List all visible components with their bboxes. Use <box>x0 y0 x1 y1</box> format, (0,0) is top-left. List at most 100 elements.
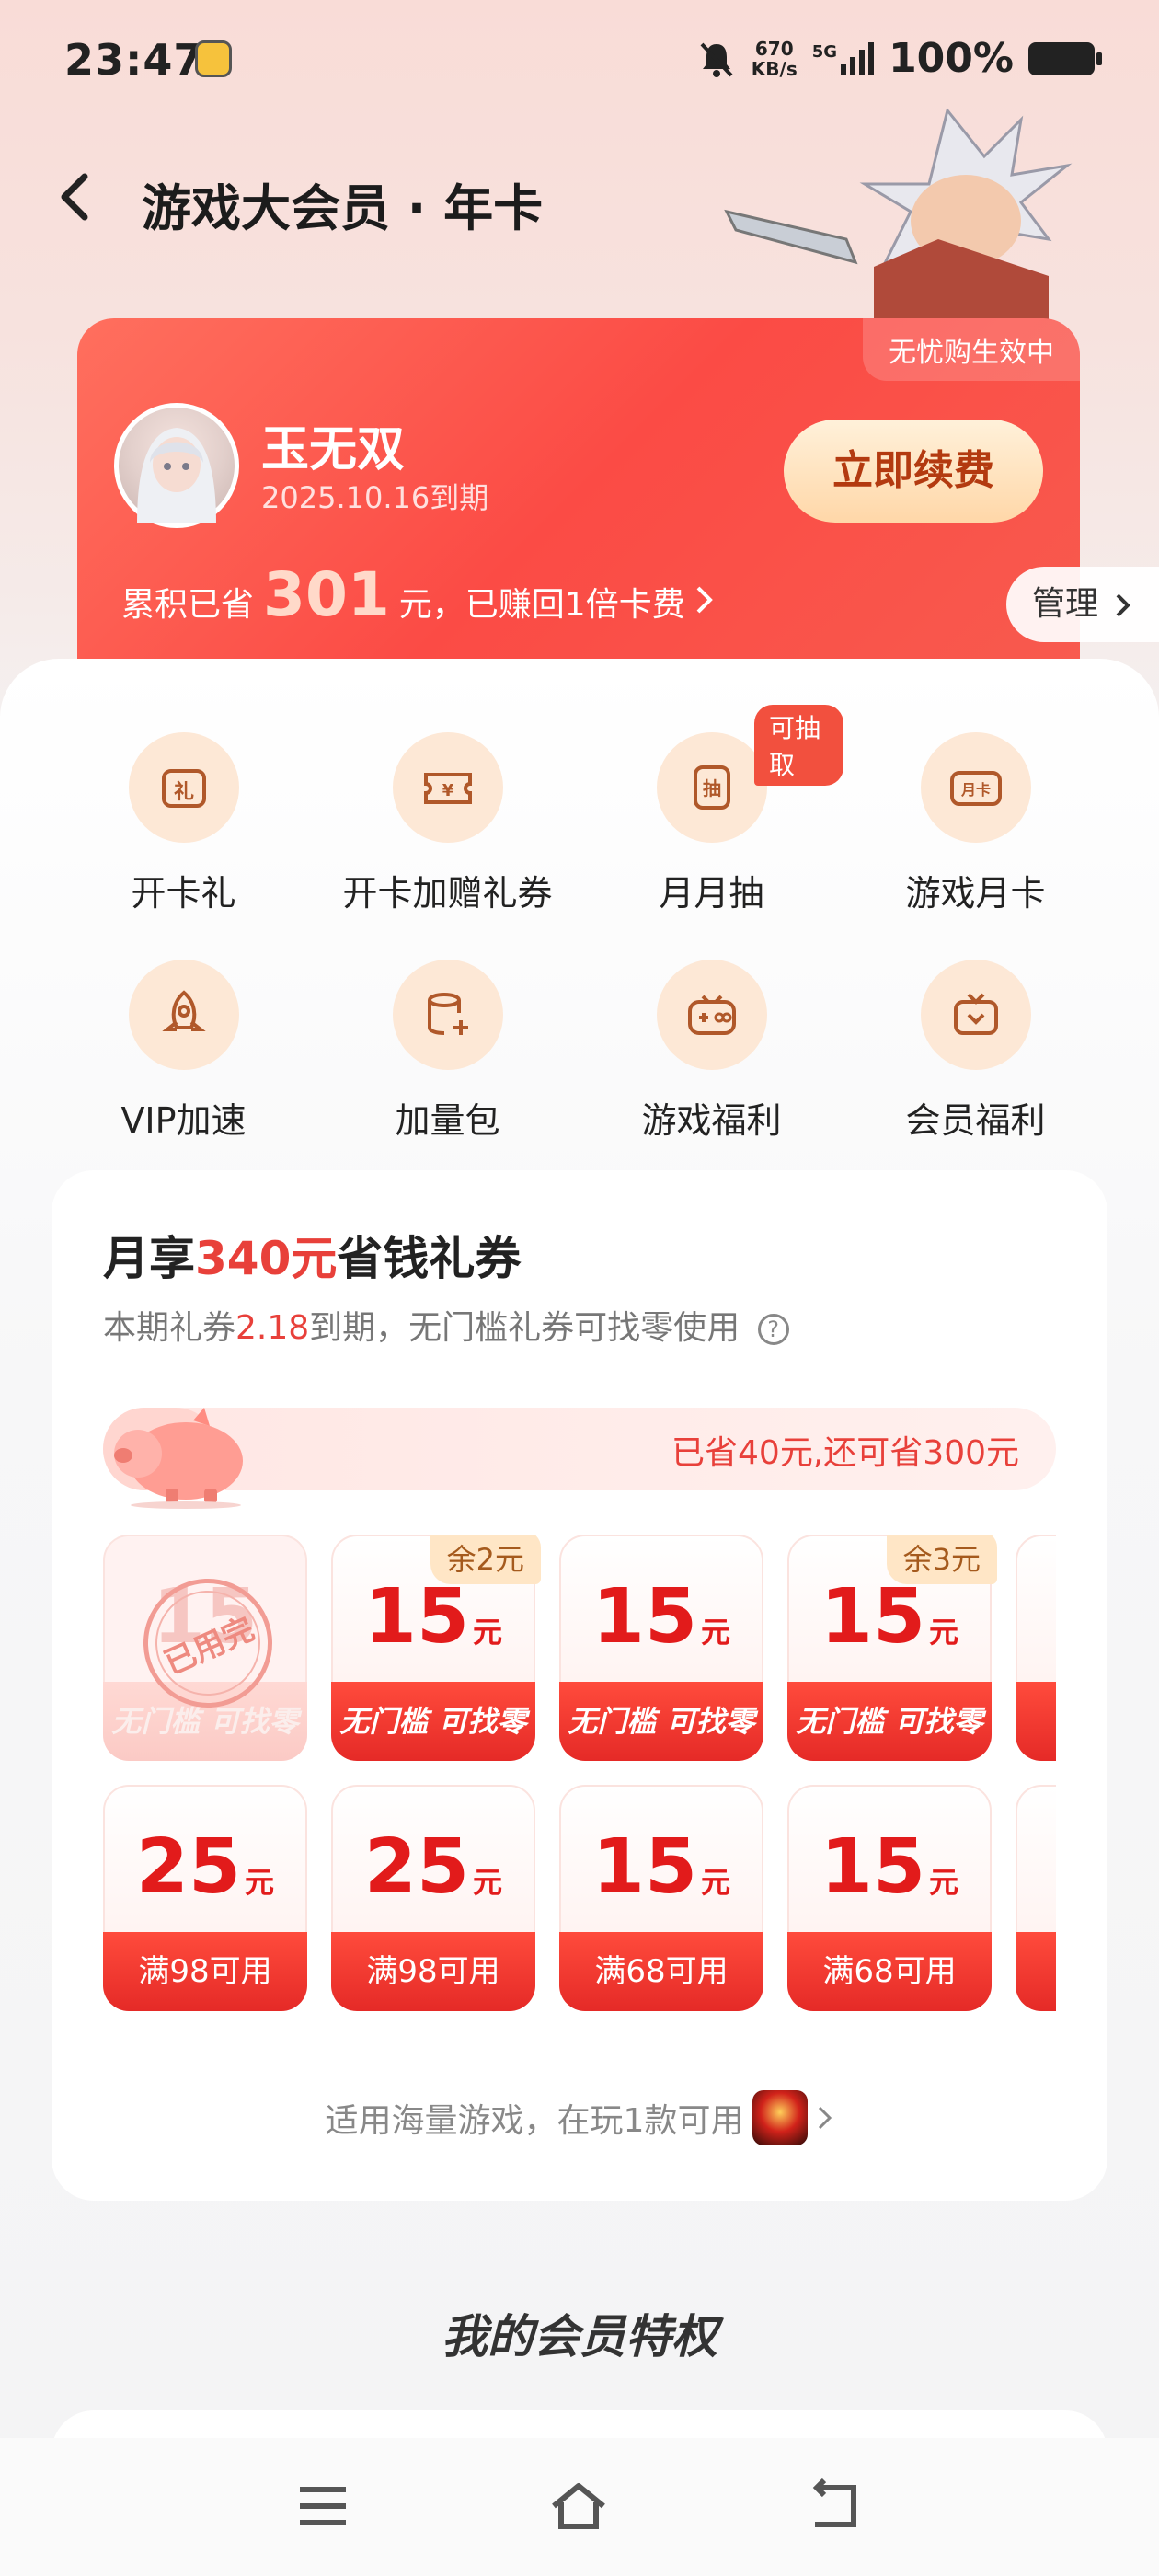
avatar-portrait-icon <box>137 428 216 523</box>
lottery-icon: 抽 <box>656 732 767 843</box>
coupon-top <box>1016 1535 1056 1682</box>
feature-bonus-coupon[interactable]: ¥ 开卡加赠礼券 <box>316 732 580 915</box>
feature-game-monthly-card[interactable]: 月卡 游戏月卡 <box>843 732 1107 915</box>
back-icon[interactable] <box>802 2478 866 2534</box>
svg-text:抽: 抽 <box>703 777 721 799</box>
coupon-card[interactable]: 15 元 无门槛 可找零 <box>559 1535 763 1761</box>
coupon-value: 15 元 <box>787 1823 992 1911</box>
savings-suffix: 元，已赚回1倍卡费 <box>398 586 685 624</box>
coupon-row-threshold: 25 元 满98可用 25 元 满98可用 15 元 满68可用 15 元 满68可用 <box>103 1785 1056 2015</box>
coupon-remaining-badge: 余2元 <box>430 1535 541 1584</box>
renew-button[interactable]: 立即续费 <box>784 420 1043 523</box>
savings-summary[interactable]: 累积已省 301 元，已赚回1倍卡费 <box>121 559 715 630</box>
piggy-bank-icon <box>114 1408 243 1509</box>
status-badge: 无忧购生效中 <box>863 318 1080 381</box>
coupon-value: 15 元 <box>559 1823 763 1911</box>
chevron-right-icon <box>1117 593 1131 617</box>
savings-amount: 301 <box>263 559 390 630</box>
rocket-icon <box>128 960 239 1070</box>
coupon-value: 15 元 <box>331 1573 535 1661</box>
feature-monthly-draw[interactable]: 可抽取 抽 月月抽 <box>580 705 843 915</box>
member-card: 无忧购生效中 玉无双 2025.10.16到期 立即续费 累积已省 301 元，… <box>77 318 1080 668</box>
coupon-caption: 满68可用 <box>787 1932 992 2011</box>
coupon-card[interactable]: 15 元 满68可用 <box>559 1785 763 2011</box>
menu-icon[interactable] <box>291 2478 355 2534</box>
feature-data-pack[interactable]: 加量包 <box>316 960 580 1143</box>
feature-game-benefits[interactable]: 游戏福利 <box>580 960 843 1143</box>
back-arrow-icon[interactable] <box>55 169 92 224</box>
network-speed-value: 670 <box>754 37 794 60</box>
feature-label: 游戏月卡 <box>905 873 1046 914</box>
home-icon[interactable] <box>546 2478 611 2534</box>
coupon-unit: 元 <box>929 1615 959 1650</box>
draw-available-badge: 可抽取 <box>754 705 843 786</box>
coupon-card[interactable]: 25 元 满98可用 <box>103 1785 307 2011</box>
privileges-section-title: 我的会员特权 <box>442 2310 717 2363</box>
coupon-caption-partial <box>1016 1682 1056 1761</box>
coupon-caption: 满98可用 <box>331 1932 535 2011</box>
coupon-amount: 15 <box>363 1573 470 1661</box>
coupon-card-partial[interactable] <box>1016 1785 1056 2011</box>
coupon-caption-partial <box>1016 1932 1056 2011</box>
help-icon[interactable]: ? <box>757 1314 789 1345</box>
feature-label: 加量包 <box>395 1100 500 1141</box>
signal-icon: 5G <box>811 41 875 75</box>
coupon-amount: 15 <box>820 1573 926 1661</box>
coupon-card[interactable]: 15 元 无门槛 可找零 余3元 <box>787 1535 997 1761</box>
coupon-caption: 无门槛 可找零 <box>787 1682 992 1761</box>
coupon-card[interactable]: 15 无门槛 可找零 已用完 <box>103 1535 307 1761</box>
coupon-unit: 元 <box>929 1865 959 1900</box>
coupon-card-partial[interactable] <box>1016 1535 1056 1761</box>
member-name: 玉无双 <box>261 422 406 477</box>
mute-bell-icon <box>700 42 733 77</box>
coupon-card[interactable]: 15 元 无门槛 可找零 余2元 <box>331 1535 541 1761</box>
coupon-panel-title: 月享340元省钱礼券 <box>103 1222 521 1288</box>
coupon-value: 15 元 <box>787 1573 992 1661</box>
coupon-panel-subtitle: 本期礼券2.18到期，无门槛礼券可找零使用 ? <box>103 1301 789 1349</box>
svg-text:礼: 礼 <box>173 780 193 804</box>
feature-member-benefits[interactable]: 会员福利 <box>843 960 1107 1143</box>
chevron-right-icon <box>819 2106 832 2130</box>
member-expiry: 2025.10.16到期 <box>261 480 489 515</box>
feature-label: 游戏福利 <box>641 1100 782 1141</box>
feature-label: VIP加速 <box>120 1100 247 1141</box>
coupon-card[interactable]: 15 元 满68可用 <box>787 1785 992 2011</box>
game-thumbnail-icon <box>752 2090 809 2145</box>
app-notification-icon <box>195 40 232 77</box>
manage-label: 管理 <box>1032 585 1099 623</box>
avatar[interactable] <box>114 403 239 528</box>
system-navigation-bar <box>0 2438 1159 2576</box>
savings-progress-bar: 已省40元,还可省300元 <box>103 1408 1056 1509</box>
svg-text:¥: ¥ <box>442 781 453 800</box>
applicable-games-link[interactable]: 适用海量游戏，在玩1款可用 <box>52 2090 1107 2145</box>
gift-icon: 礼 <box>128 732 239 843</box>
page-title: 游戏大会员 · 年卡 <box>142 179 544 237</box>
feature-vip-boost[interactable]: VIP加速 <box>52 960 316 1143</box>
ticket-icon: ¥ <box>392 732 503 843</box>
coupon-row-no-threshold: 15 无门槛 可找零 已用完 15 元 无门槛 可找零 余2元 15 元 无门槛 可… <box>103 1535 1056 1765</box>
coupon-unit: 元 <box>701 1615 731 1650</box>
network-speed: 670 KB/s <box>752 39 798 79</box>
title-suffix: 省钱礼券 <box>337 1232 522 1285</box>
feature-open-gift[interactable]: 礼 开卡礼 <box>52 732 316 915</box>
title-prefix: 月享 <box>103 1232 195 1285</box>
coupon-amount: 25 <box>363 1823 470 1911</box>
coupon-value: 15 元 <box>559 1573 763 1661</box>
coupon-caption: 满98可用 <box>103 1932 307 2011</box>
member-gift-icon <box>920 960 1031 1070</box>
coupon-unit: 元 <box>701 1865 731 1900</box>
title-amount: 340元 <box>195 1232 338 1285</box>
network-type: 5G <box>811 41 838 62</box>
gamepad-icon <box>656 960 767 1070</box>
svg-text:月卡: 月卡 <box>959 781 990 799</box>
data-pack-icon <box>392 960 503 1070</box>
subtitle-suffix: 到期，无门槛礼券可找零使用 <box>309 1309 740 1347</box>
feature-label: 开卡礼 <box>131 873 236 914</box>
coupon-caption: 无门槛 可找零 <box>559 1682 763 1761</box>
manage-button[interactable]: 管理 <box>1006 567 1159 642</box>
feature-label: 开卡加赠礼券 <box>342 873 553 914</box>
subtitle-date: 2.18 <box>235 1309 310 1347</box>
coupon-top <box>1016 1785 1056 1932</box>
feature-label: 会员福利 <box>905 1100 1046 1141</box>
coupon-card[interactable]: 25 元 满98可用 <box>331 1785 535 2011</box>
